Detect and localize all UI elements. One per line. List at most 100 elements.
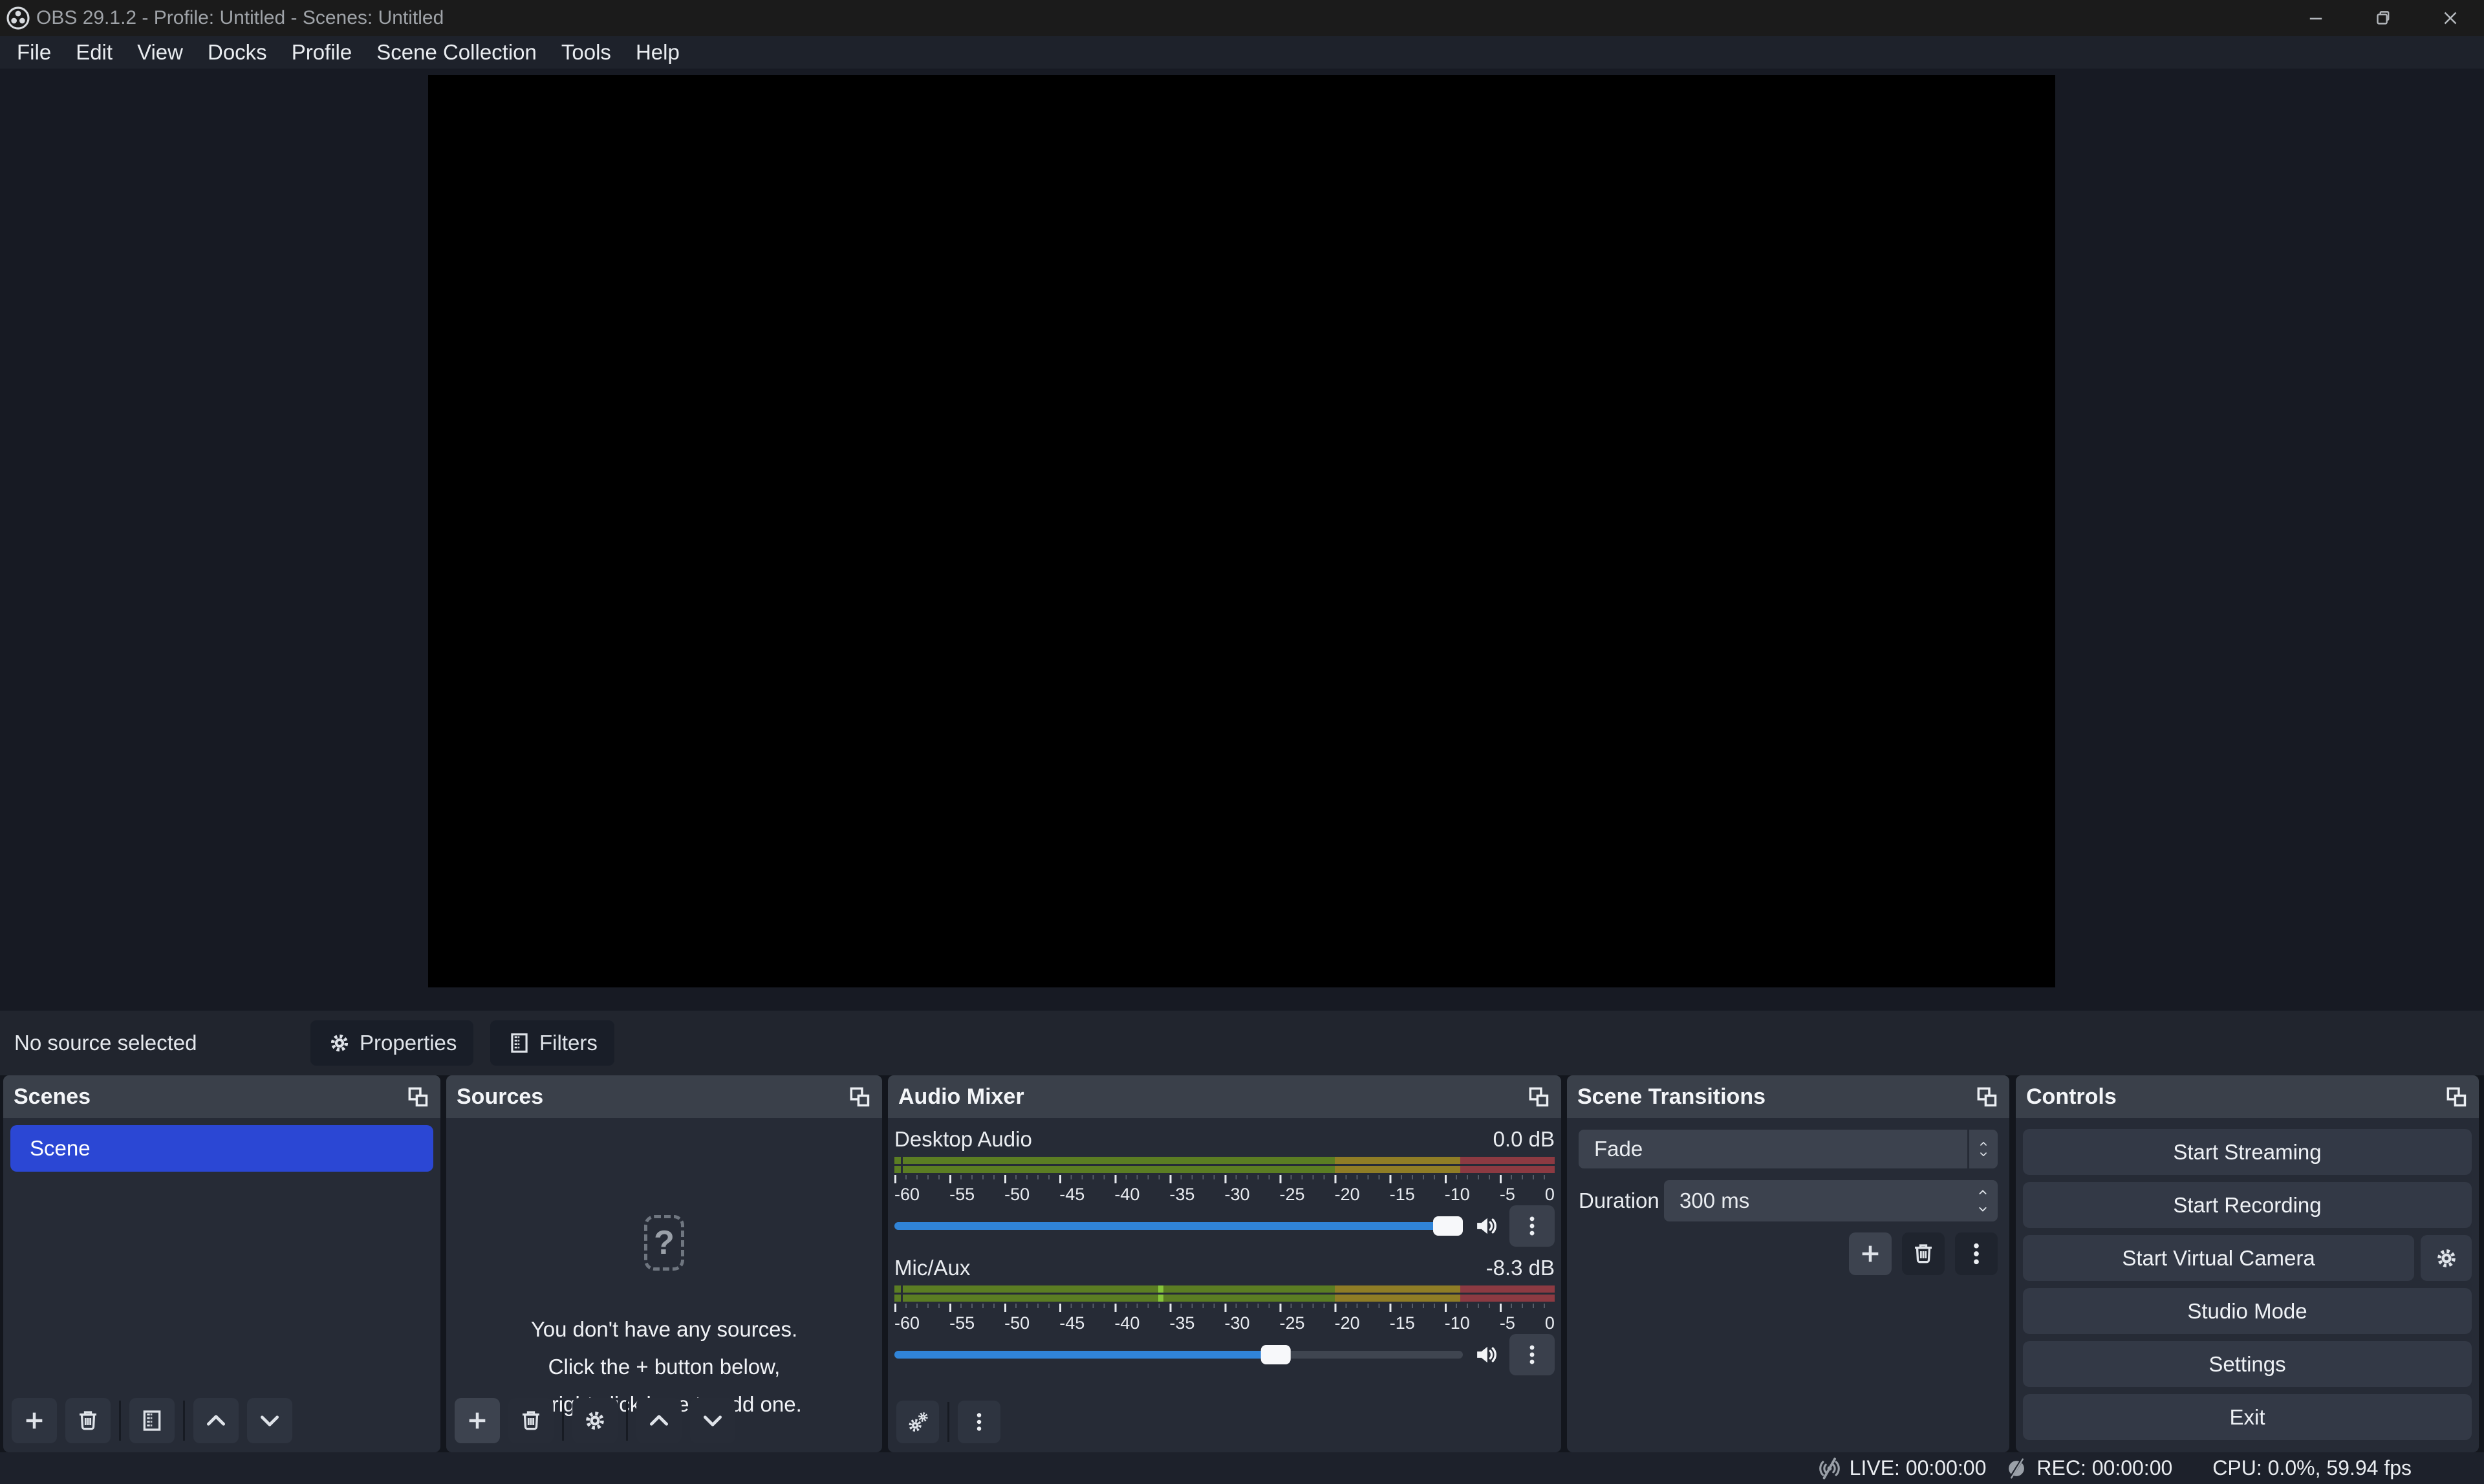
toolbar-separator	[947, 1402, 949, 1442]
channel-menu-button[interactable]	[1509, 1334, 1555, 1375]
volume-row	[894, 1334, 1555, 1375]
source-move-down-button[interactable]	[690, 1398, 735, 1443]
transition-select[interactable]: Fade	[1579, 1130, 1998, 1168]
channel-header: Mic/Aux -8.3 dB	[894, 1256, 1555, 1282]
sources-panel: Sources ? You don't have any sources. Cl…	[446, 1075, 882, 1452]
settings-button[interactable]: Settings	[2023, 1341, 2472, 1387]
remove-transition-button[interactable]	[1902, 1232, 1945, 1275]
source-move-up-button[interactable]	[636, 1398, 682, 1443]
controls-title: Controls	[2026, 1084, 2117, 1110]
start-virtual-camera-button[interactable]: Start Virtual Camera	[2023, 1235, 2414, 1281]
scene-filters-button[interactable]	[129, 1398, 175, 1443]
scene-move-down-button[interactable]	[247, 1398, 292, 1443]
menubar: FileEditViewDocksProfileScene Collection…	[0, 36, 2484, 69]
trash-icon	[518, 1408, 544, 1434]
duration-value: 300 ms	[1664, 1188, 1749, 1213]
db-scale-label: -30	[1224, 1185, 1249, 1204]
virtual-camera-config-button[interactable]	[2421, 1235, 2472, 1281]
popout-icon[interactable]	[847, 1084, 872, 1109]
menu-item[interactable]: Scene Collection	[364, 36, 549, 69]
exit-button[interactable]: Exit	[2023, 1394, 2472, 1440]
speaker-icon[interactable]	[1473, 1212, 1500, 1240]
toolbar-separator	[119, 1401, 121, 1441]
db-scale-label: -25	[1280, 1185, 1305, 1204]
menu-item[interactable]: Docks	[195, 36, 279, 69]
preview-canvas	[428, 75, 2055, 987]
kebab-menu-icon	[1520, 1343, 1544, 1366]
gear-icon	[327, 1031, 352, 1055]
menu-item[interactable]: Edit	[63, 36, 125, 69]
meter-bar	[894, 1166, 1555, 1173]
properties-button[interactable]: Properties	[310, 1020, 473, 1066]
sources-panel-title: Sources	[457, 1084, 543, 1110]
add-source-button[interactable]	[455, 1398, 500, 1443]
menu-item[interactable]: Profile	[279, 36, 365, 69]
maximize-button[interactable]	[2349, 0, 2417, 36]
popout-icon[interactable]	[1526, 1084, 1551, 1109]
speaker-icon[interactable]	[1473, 1341, 1500, 1368]
toolbar-separator	[562, 1401, 564, 1441]
peak-marker	[1158, 1285, 1163, 1293]
studio-mode-button[interactable]: Studio Mode	[2023, 1288, 2472, 1334]
volume-slider[interactable]	[894, 1351, 1463, 1359]
popout-icon[interactable]	[2444, 1084, 2468, 1109]
scene-list-item[interactable]: Scene	[10, 1125, 433, 1172]
gear-icon	[2434, 1245, 2459, 1271]
obs-logo-icon	[5, 5, 31, 31]
combo-spinner[interactable]	[1969, 1139, 1998, 1159]
db-scale-ticks	[894, 1304, 1555, 1312]
minimize-button[interactable]	[2282, 0, 2349, 36]
add-scene-button[interactable]	[12, 1398, 57, 1443]
menu-item[interactable]: Tools	[549, 36, 623, 69]
start-recording-button[interactable]: Start Recording	[2023, 1182, 2472, 1228]
kebab-menu-icon	[1520, 1214, 1544, 1238]
filters-button[interactable]: Filters	[490, 1020, 614, 1066]
db-scale-label: -50	[1004, 1313, 1030, 1333]
live-status: LIVE: 00:00:00	[1816, 1455, 1987, 1482]
menu-item[interactable]: View	[125, 36, 195, 69]
gear-icon	[582, 1408, 608, 1434]
popout-icon[interactable]	[405, 1084, 430, 1109]
volume-slider-handle[interactable]	[1433, 1216, 1463, 1236]
titlebar: OBS 29.1.2 - Profile: Untitled - Scenes:…	[0, 0, 2484, 36]
duration-spinner[interactable]	[1974, 1180, 1991, 1221]
scene-move-up-button[interactable]	[193, 1398, 239, 1443]
audio-mixer-panel: Audio Mixer Desktop Audio 0.0 dB	[888, 1075, 1561, 1452]
db-scale-label: -45	[1059, 1313, 1085, 1333]
remove-scene-button[interactable]	[65, 1398, 111, 1443]
obs-window: OBS 29.1.2 - Profile: Untitled - Scenes:…	[0, 0, 2484, 1484]
channel-db-value: 0.0 dB	[1493, 1127, 1555, 1152]
dual-gear-icon	[905, 1409, 931, 1435]
kebab-menu-icon	[968, 1411, 990, 1433]
db-scale-label: -55	[949, 1185, 975, 1204]
meter-bar	[894, 1157, 1555, 1164]
mixer-menu-button[interactable]	[958, 1401, 1000, 1443]
remove-source-button[interactable]	[508, 1398, 554, 1443]
db-scale-label: -35	[1169, 1185, 1194, 1204]
db-scale-label: -25	[1280, 1313, 1305, 1333]
plus-icon	[21, 1408, 47, 1434]
volume-slider[interactable]	[894, 1222, 1463, 1230]
channel-menu-button[interactable]	[1509, 1205, 1555, 1247]
db-scale-label: -35	[1169, 1313, 1194, 1333]
volume-meter	[894, 1285, 1555, 1302]
record-inactive-icon	[2003, 1455, 2030, 1482]
advanced-audio-properties-button[interactable]	[896, 1401, 939, 1443]
popout-icon[interactable]	[1974, 1084, 1999, 1109]
duration-label: Duration	[1579, 1188, 1658, 1213]
controls-header: Controls	[2016, 1075, 2479, 1118]
menu-item[interactable]: File	[5, 36, 63, 69]
duration-spinbox[interactable]: 300 ms	[1664, 1180, 1998, 1221]
sources-empty-line1: You don't have any sources.	[446, 1311, 882, 1348]
chevron-up-icon	[1977, 1139, 1990, 1148]
add-transition-button[interactable]	[1849, 1232, 1892, 1275]
broadcast-inactive-icon	[1816, 1455, 1843, 1482]
menu-item[interactable]: Help	[623, 36, 692, 69]
close-button[interactable]	[2417, 0, 2484, 36]
question-mark-icon: ?	[644, 1215, 684, 1271]
start-streaming-button[interactable]: Start Streaming	[2023, 1129, 2472, 1175]
transition-menu-button[interactable]	[1955, 1232, 1998, 1275]
volume-slider-handle[interactable]	[1260, 1345, 1290, 1364]
volume-meter	[894, 1157, 1555, 1173]
source-properties-button[interactable]	[572, 1398, 618, 1443]
